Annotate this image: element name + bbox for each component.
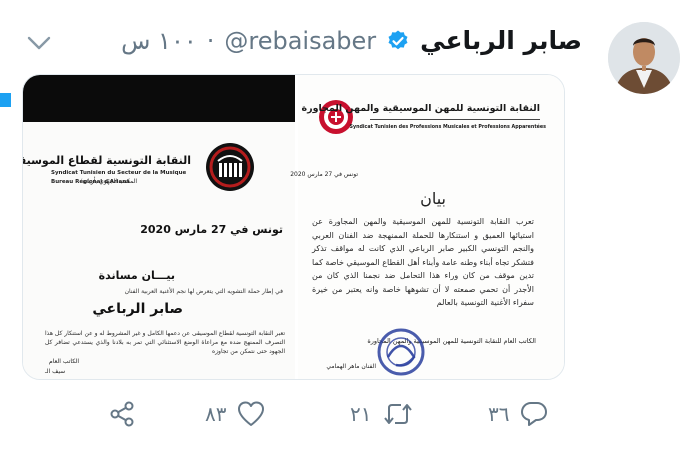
document-image-left[interactable]: النقابة التونسية لقطاع الموسيقى Syndicat… (23, 75, 295, 379)
document-image-right[interactable]: النقابة التونسية للمهن الموسيقية والمهن … (290, 75, 564, 379)
org-logo-icon (204, 141, 256, 193)
header-rule (370, 119, 540, 120)
left-signature-label: الكاتب العام (49, 358, 80, 365)
left-paragraph: تعبر النقابة التونسية لقطاع الموسيقى عن … (45, 330, 285, 355)
reply-icon[interactable] (519, 399, 549, 429)
reply-count: ٣٦ (488, 402, 510, 426)
left-intro: في إطار حملة التشويه التي يتعرض لها نجم … (124, 288, 283, 295)
tweet-author-line: صابر الرباعي @rebaisaber · ١٠٠ س (121, 26, 582, 55)
share-icon[interactable] (107, 399, 137, 429)
reply-action[interactable]: ٣٦ (488, 399, 549, 429)
retweet-action[interactable]: ٢١ (350, 399, 413, 429)
right-signature-name: الفنان ماهر الهمامي (326, 363, 376, 370)
right-paragraph: تعرب النقابة التونسية للمهن الموسيقية وا… (312, 217, 534, 307)
separator-dot: · (206, 26, 215, 55)
left-date: تونس في 27 مارس 2020 (140, 223, 283, 236)
chevron-down-icon[interactable] (26, 34, 52, 52)
right-org-name-ar: النقابة التونسية للمهن الموسيقية والمهن … (301, 103, 541, 114)
document-top-bar (23, 75, 295, 122)
tweet-media[interactable]: النقابة التونسية لقطاع الموسيقى Syndicat… (22, 74, 565, 380)
retweet-count: ٢١ (350, 402, 372, 426)
left-org-name-fr: Syndicat Tunisien du Secteur de la Musiq… (51, 170, 187, 176)
user-handle[interactable]: @rebaisaber (224, 27, 376, 55)
verified-badge-icon (386, 29, 410, 53)
right-org-name-fr: Syndicat Tunisien des Professions Musica… (349, 125, 546, 130)
display-name[interactable]: صابر الرباعي (420, 26, 582, 55)
avatar[interactable] (608, 22, 680, 94)
left-signature-name: سيف الـ (45, 368, 66, 375)
like-icon[interactable] (236, 399, 266, 429)
right-date: تونس في 27 مارس 2020 (290, 171, 358, 178)
right-heading: بيان (420, 189, 446, 208)
timeline-edge-marker (0, 93, 11, 107)
like-action[interactable]: ٨٣ (205, 399, 266, 429)
share-action[interactable] (107, 399, 137, 429)
tweet-header: صابر الرباعي @rebaisaber · ١٠٠ س (20, 22, 680, 94)
left-bureau-ar: المكتب الجهوي بأريانة (82, 178, 137, 185)
left-org-name-ar: النقابة التونسية لقطاع الموسيقى (22, 154, 191, 167)
tweet-action-bar: ٨٣ ٢١ ٣٦ (0, 393, 700, 443)
left-name: صابر الرباعي (92, 301, 183, 317)
like-count: ٨٣ (205, 402, 227, 426)
official-seal-icon (376, 327, 426, 377)
retweet-icon[interactable] (381, 399, 413, 429)
tweet-timestamp[interactable]: ١٠٠ س (121, 27, 197, 55)
left-heading: بيـــان مساندة (98, 269, 175, 282)
